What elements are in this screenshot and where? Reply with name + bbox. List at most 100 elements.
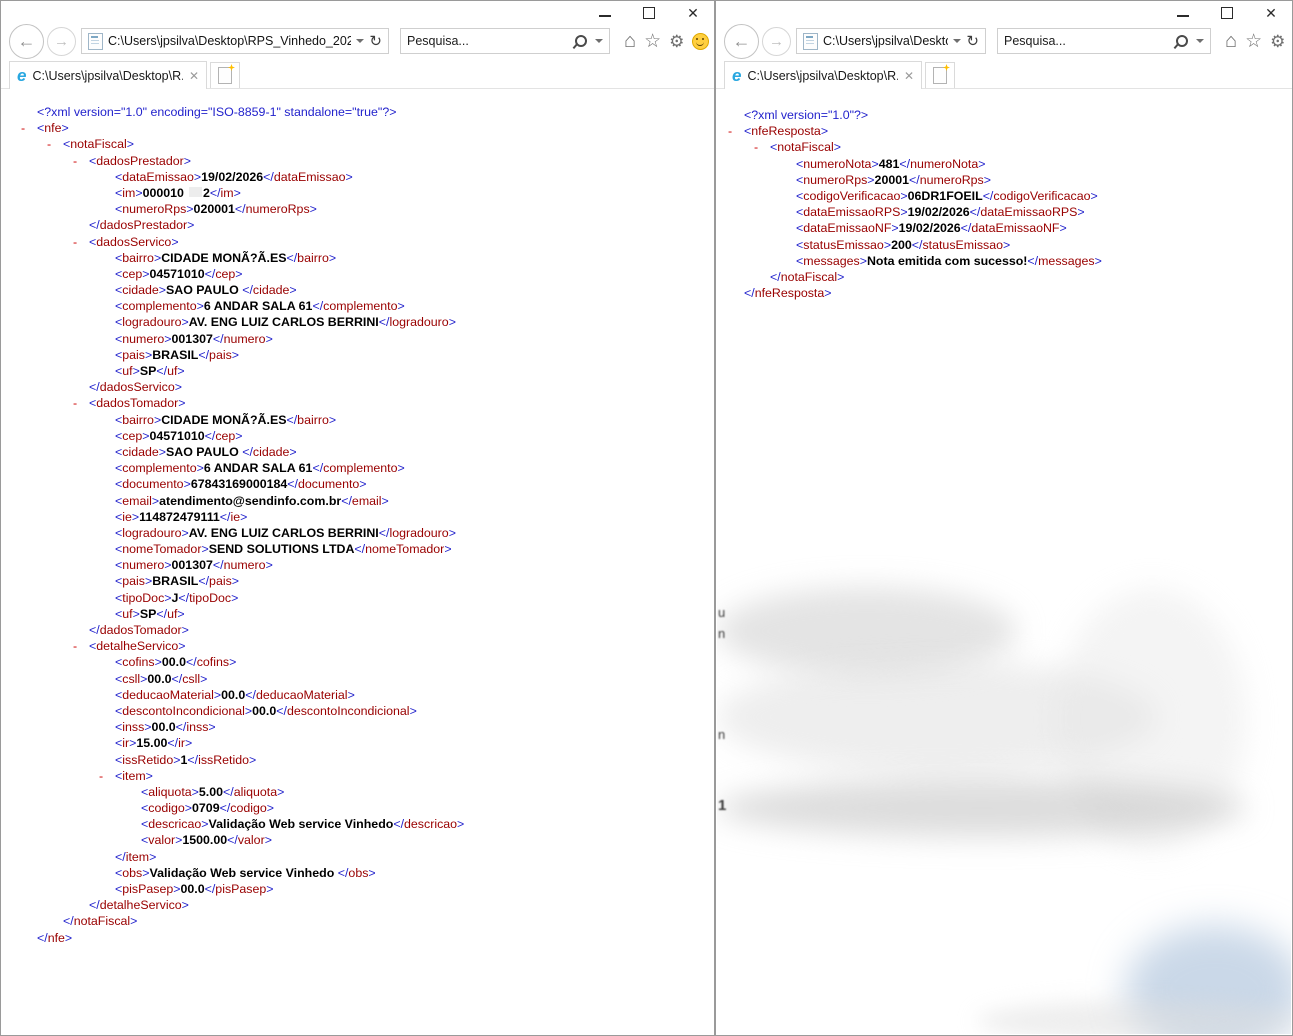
xml-line: <bairro>CIDADE MONÃ?Ã.ES</bairro> [2, 250, 713, 266]
home-icon[interactable]: ⌂ [1225, 31, 1237, 51]
settings-gear-icon[interactable]: ⚙ [1270, 33, 1285, 50]
xml-line: -<notaFiscal> [717, 139, 1291, 155]
xml-line: <pisPasep>00.0</pisPasep> [2, 881, 713, 897]
xml-line: <obs>Validação Web service Vinhedo </obs… [2, 865, 713, 881]
xml-line: <descricao>Validação Web service Vinhedo… [2, 816, 713, 832]
new-tab-icon [933, 67, 947, 84]
search-placeholder[interactable]: Pesquisa... [1004, 34, 1171, 48]
toolbar-icons-right: ⌂ ☆ ⚙ [1225, 31, 1293, 51]
xml-line: <valor>1500.00</valor> [2, 832, 713, 848]
xml-line: </nfe> [2, 930, 713, 946]
tab-close-button[interactable]: ✕ [904, 69, 914, 83]
xml-line: </nfeResposta> [717, 285, 1291, 301]
collapse-toggle[interactable]: - [754, 139, 758, 155]
collapse-toggle[interactable]: - [47, 136, 51, 152]
window-controls-right: ✕ [1176, 7, 1278, 19]
xml-line: <documento>67843169000184</documento> [2, 476, 713, 492]
new-tab-icon [218, 67, 232, 84]
forward-button[interactable]: → [47, 27, 76, 56]
minimize-button[interactable] [1176, 7, 1190, 19]
xml-line: <messages>Nota emitida com sucesso!</mes… [717, 253, 1291, 269]
feedback-smiley-icon[interactable] [692, 33, 709, 50]
tab-title: C:\Users\jpsilva\Desktop\R... [747, 69, 897, 83]
xml-line: </item> [2, 849, 713, 865]
collapse-toggle[interactable]: - [99, 768, 103, 784]
tab[interactable]: e C:\Users\jpsilva\Desktop\R... ✕ [9, 61, 207, 89]
collapse-toggle[interactable]: - [73, 234, 77, 250]
xml-line: <statusEmissao>200</statusEmissao> [717, 237, 1291, 253]
xml-line: <ir>15.00</ir> [2, 735, 713, 751]
new-tab-button[interactable] [925, 62, 955, 88]
xml-line: <uf>SP</uf> [2, 606, 713, 622]
back-button[interactable]: ← [724, 24, 759, 59]
close-button[interactable]: ✕ [1264, 7, 1278, 19]
browser-window-left: ✕ ← → C:\Users\jpsilva\Desktop\RPS_Vinhe… [0, 0, 715, 1036]
xml-line: <deducaoMaterial>00.0</deducaoMaterial> [2, 687, 713, 703]
xml-line: <dataEmissaoNF>19/02/2026</dataEmissaoNF… [717, 220, 1291, 236]
back-button[interactable]: ← [9, 24, 44, 59]
toolbar-icons-left: ⌂ ☆ ⚙ [624, 31, 709, 51]
refresh-icon[interactable]: ↻ [369, 34, 382, 49]
address-dropdown-icon[interactable] [356, 39, 364, 43]
tab-close-button[interactable]: ✕ [189, 69, 199, 83]
xml-line: -<nfe> [2, 120, 713, 136]
back-arrow-icon: ← [18, 31, 36, 52]
maximize-button[interactable] [1220, 7, 1234, 19]
close-button[interactable]: ✕ [686, 7, 700, 19]
forward-button[interactable]: → [762, 27, 791, 56]
maximize-button[interactable] [642, 7, 656, 19]
xml-line: <im>0000102</im> [2, 185, 713, 201]
xml-line: <codigoVerificacao>06DR1FOEIL</codigoVer… [717, 188, 1291, 204]
navigation-bar-right: ← → C:\Users\jpsilva\Desktop\I ↻ Pesquis… [716, 23, 1292, 59]
collapse-toggle[interactable]: - [73, 638, 77, 654]
address-text[interactable]: C:\Users\jpsilva\Desktop\I [823, 34, 948, 48]
xml-line: <complemento>6 ANDAR SALA 61</complement… [2, 460, 713, 476]
xml-line: <cofins>00.0</cofins> [2, 654, 713, 670]
minimize-icon [599, 15, 611, 17]
favorites-star-icon[interactable]: ☆ [644, 32, 661, 51]
window-controls-left: ✕ [598, 7, 700, 19]
address-dropdown-icon[interactable] [953, 39, 961, 43]
xml-line: <numeroRps>20001</numeroRps> [717, 172, 1291, 188]
xml-line: -<detalheServico> [2, 638, 713, 654]
back-arrow-icon: ← [733, 31, 751, 52]
close-icon: ✕ [687, 7, 699, 19]
xml-line: <complemento>6 ANDAR SALA 61</complement… [2, 298, 713, 314]
xml-line: </dadosPrestador> [2, 217, 713, 233]
xml-line: <tipoDoc>J</tipoDoc> [2, 590, 713, 606]
address-bar[interactable]: C:\Users\jpsilva\Desktop\RPS_Vinhedo_202… [81, 28, 389, 54]
xml-line: <logradouro>AV. ENG LUIZ CARLOS BERRINI<… [2, 314, 713, 330]
home-icon[interactable]: ⌂ [624, 31, 636, 51]
xml-line: <cidade>SAO PAULO </cidade> [2, 444, 713, 460]
search-placeholder[interactable]: Pesquisa... [407, 34, 570, 48]
refresh-icon[interactable]: ↻ [966, 34, 979, 49]
collapse-toggle[interactable]: - [21, 120, 25, 136]
xml-line: <?xml version="1.0" encoding="ISO-8859-1… [2, 104, 713, 120]
collapse-toggle[interactable]: - [728, 123, 732, 139]
search-icon[interactable] [1176, 35, 1188, 47]
navigation-bar-left: ← → C:\Users\jpsilva\Desktop\RPS_Vinhedo… [1, 23, 714, 59]
search-box[interactable]: Pesquisa... [997, 28, 1211, 54]
xml-line: <cep>04571010</cep> [2, 428, 713, 444]
favorites-star-icon[interactable]: ☆ [1245, 32, 1262, 51]
minimize-button[interactable] [598, 7, 612, 19]
xml-line: <dataEmissaoRPS>19/02/2026</dataEmissaoR… [717, 204, 1291, 220]
browser-window-right: ✕ ← → C:\Users\jpsilva\Desktop\I ↻ Pesqu… [715, 0, 1293, 1036]
search-dropdown-icon[interactable] [1196, 39, 1204, 43]
collapse-toggle[interactable]: - [73, 395, 77, 411]
new-tab-button[interactable] [210, 62, 240, 88]
xml-line: </detalheServico> [2, 897, 713, 913]
page-content-left: <?xml version="1.0" encoding="ISO-8859-1… [2, 89, 713, 1034]
settings-gear-icon[interactable]: ⚙ [669, 33, 684, 50]
address-text[interactable]: C:\Users\jpsilva\Desktop\RPS_Vinhedo_202… [108, 34, 351, 48]
search-dropdown-icon[interactable] [595, 39, 603, 43]
collapse-toggle[interactable]: - [73, 153, 77, 169]
xml-line: <csll>00.0</csll> [2, 671, 713, 687]
search-icon[interactable] [575, 35, 587, 47]
redacted-value [189, 187, 202, 197]
tab[interactable]: e C:\Users\jpsilva\Desktop\R... ✕ [724, 61, 922, 89]
xml-line: <inss>00.0</inss> [2, 719, 713, 735]
ie-logo-icon: e [17, 67, 26, 84]
search-box[interactable]: Pesquisa... [400, 28, 610, 54]
address-bar[interactable]: C:\Users\jpsilva\Desktop\I ↻ [796, 28, 986, 54]
